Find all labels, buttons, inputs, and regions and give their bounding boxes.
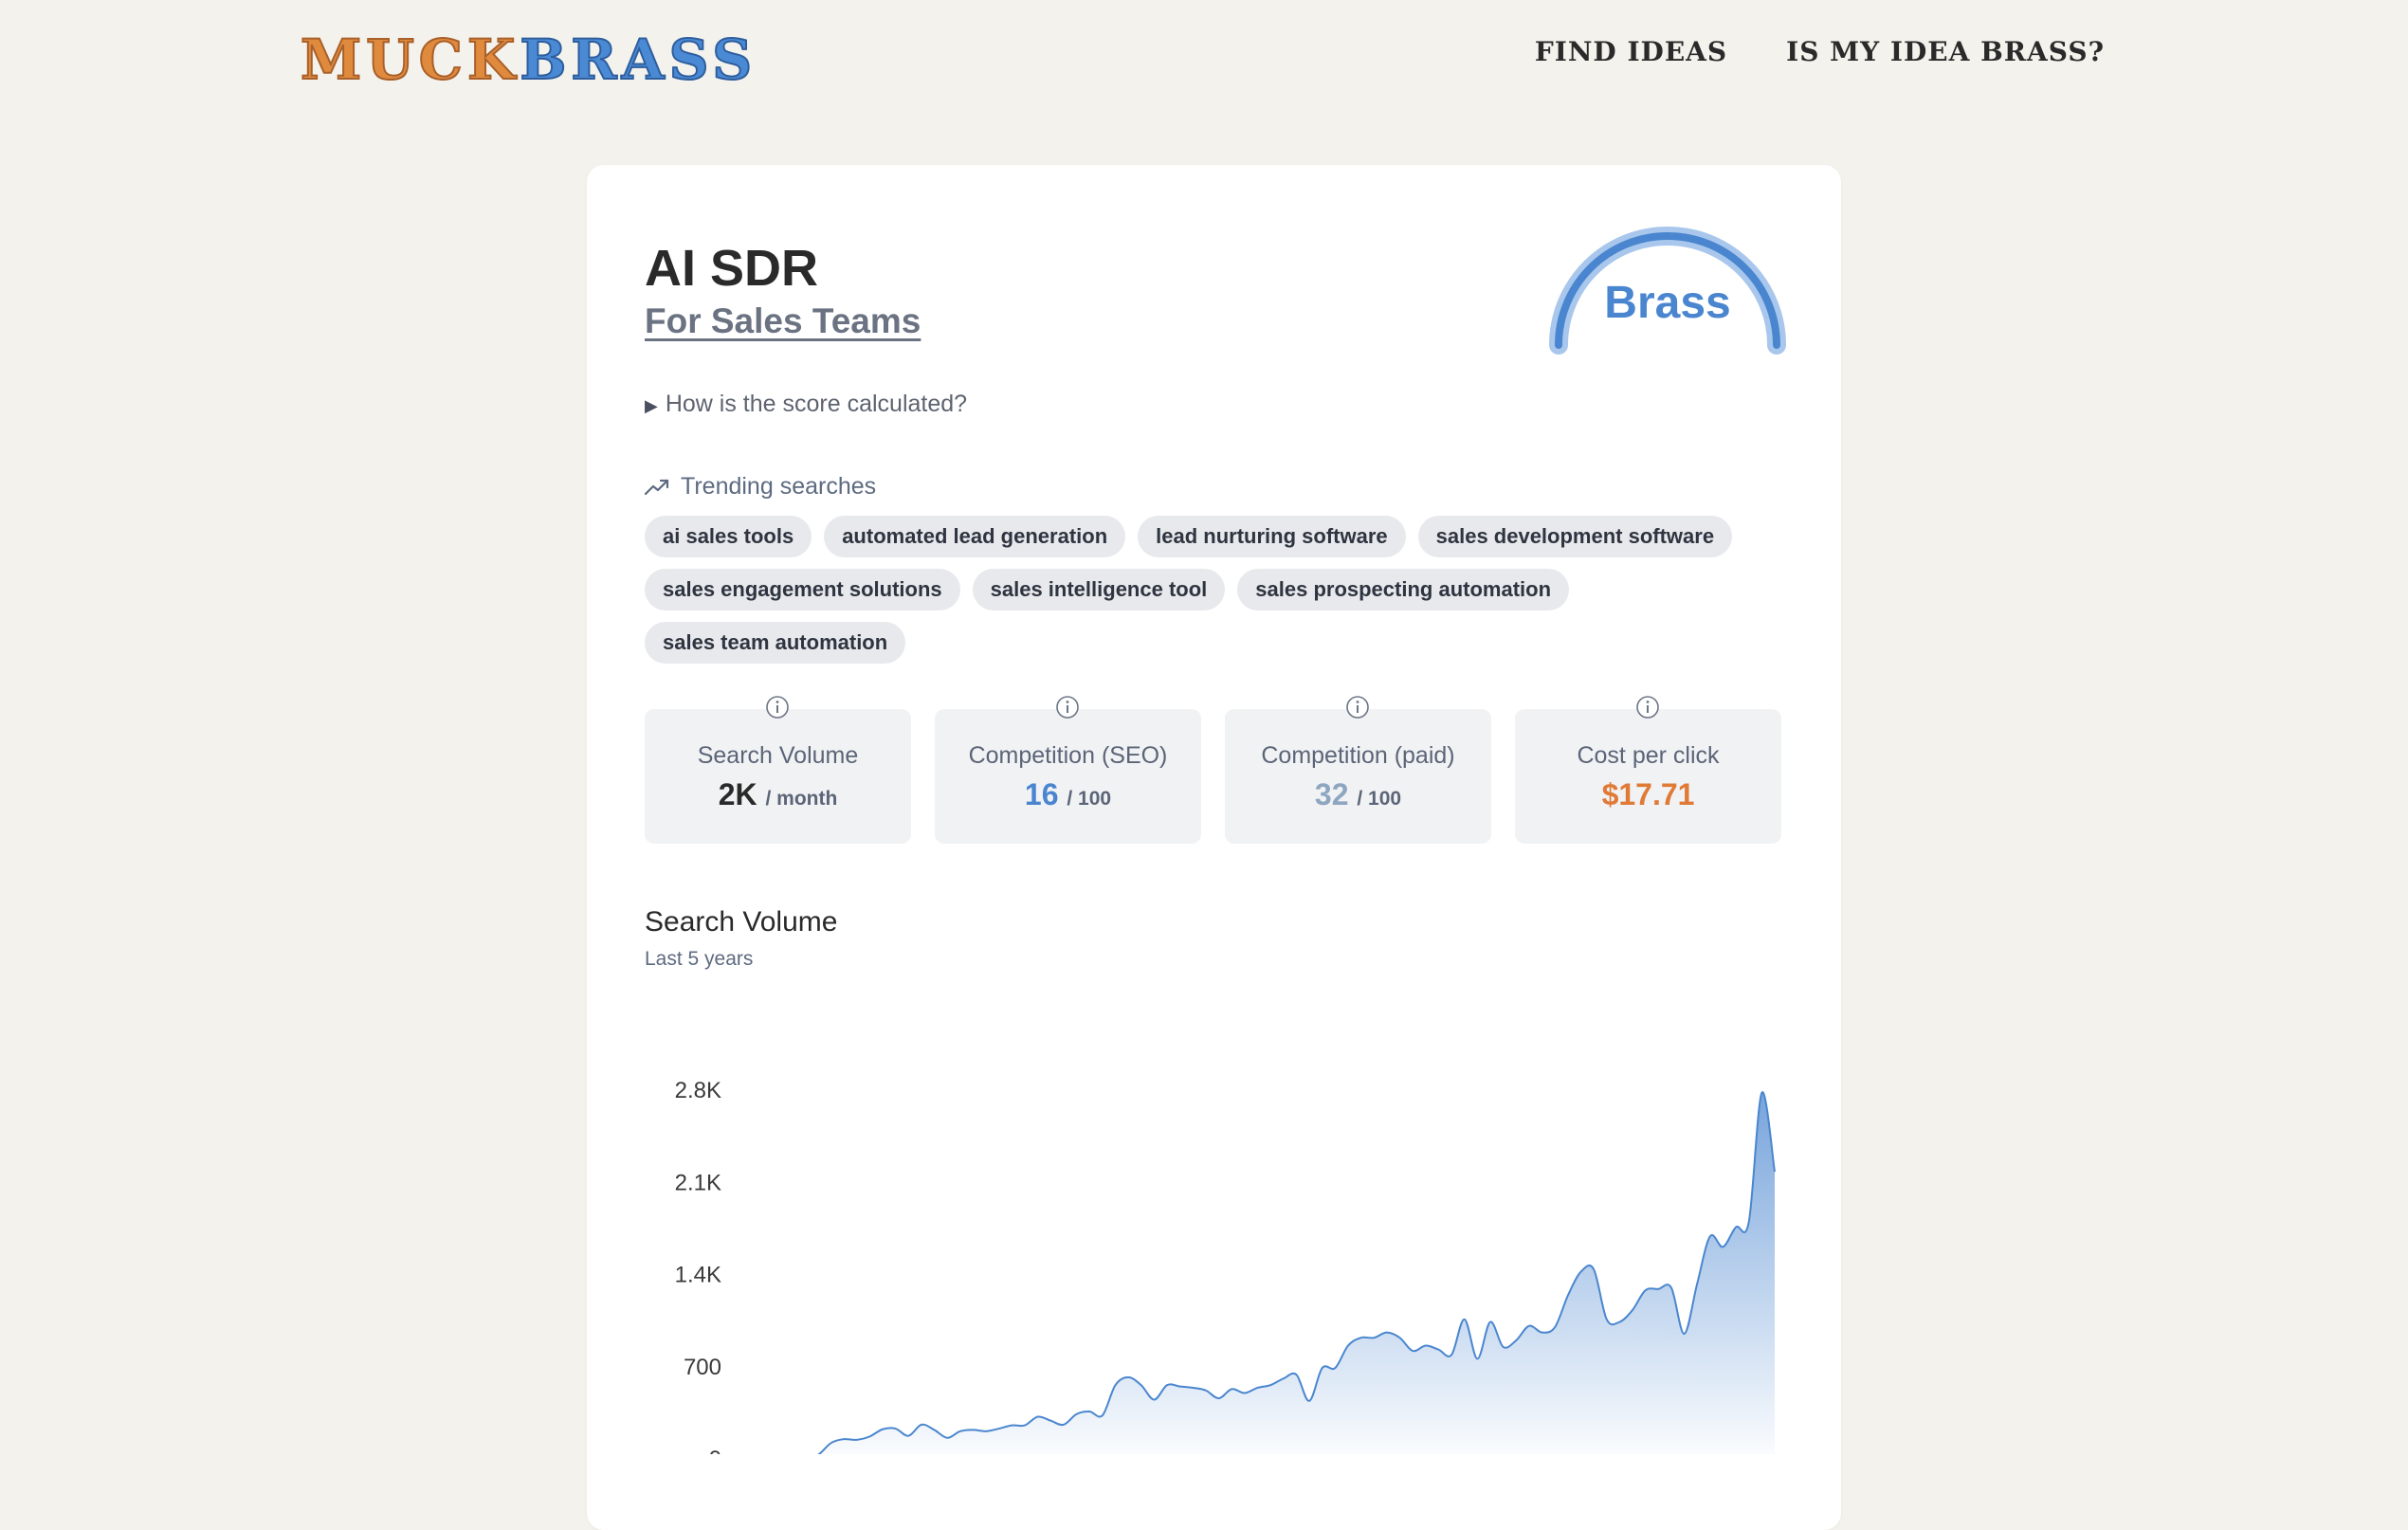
idea-title: AI SDR: [645, 240, 819, 297]
idea-card: AI SDR For Sales Teams Brass ▶ How is the…: [587, 165, 1841, 1530]
y-tick-label: 1.4K: [675, 1263, 721, 1288]
stat-value-wrap: 2K / month: [645, 777, 911, 812]
stat-value-wrap: 32 / 100: [1225, 777, 1491, 812]
nav-is-my-idea-brass[interactable]: IS MY IDEA BRASS?: [1786, 36, 2105, 67]
chart-subtitle: Last 5 years: [645, 948, 754, 970]
score-label: Brass: [1604, 278, 1731, 328]
stat-label: Cost per click: [1577, 742, 1720, 769]
stat-unit: / 100: [1067, 788, 1112, 810]
idea-subtitle-link[interactable]: For Sales Teams: [645, 301, 921, 341]
stat-competition-paid: Competition (paid) 32 / 100: [1225, 696, 1491, 844]
y-tick-label: 2.1K: [675, 1170, 721, 1195]
stats-row: Search Volume 2K / month Competition (SE…: [645, 696, 1781, 844]
y-tick-label: 0: [709, 1447, 721, 1454]
stat-search-volume: Search Volume 2K / month: [645, 696, 911, 844]
trending-up-icon: [645, 479, 669, 495]
stat-value: 16: [1024, 777, 1059, 811]
search-chip[interactable]: automated lead generation: [824, 516, 1126, 557]
stat-value-wrap: 16 / 100: [935, 777, 1201, 812]
search-chip[interactable]: sales development software: [1417, 516, 1733, 557]
stat-label: Competition (paid): [1261, 742, 1455, 769]
search-chip[interactable]: sales prospecting automation: [1237, 569, 1570, 610]
stat-value: 2K: [718, 777, 757, 811]
trending-header: Trending searches: [645, 473, 876, 501]
stat-unit: / 100: [1357, 788, 1402, 810]
info-icon[interactable]: [1055, 695, 1080, 719]
series-area: [819, 1092, 1775, 1454]
info-icon[interactable]: [1635, 695, 1660, 719]
stat-value: $17.71: [1601, 777, 1695, 811]
info-icon[interactable]: [765, 695, 790, 719]
logo[interactable]: MUCKBRASS: [300, 27, 757, 93]
score-explainer-label: How is the score calculated?: [665, 391, 968, 417]
disclosure-triangle-icon: ▶: [645, 396, 658, 415]
trending-chips: ai sales tools automated lead generation…: [645, 516, 1782, 664]
stat-label: Search Volume: [697, 742, 859, 769]
stat-value-wrap: $17.71: [1515, 777, 1781, 812]
search-chip[interactable]: ai sales tools: [645, 516, 812, 557]
stat-label: Competition (SEO): [968, 742, 1168, 769]
main-nav: FIND IDEAS IS MY IDEA BRASS?: [1535, 36, 2105, 67]
chart-title: Search Volume: [645, 906, 838, 938]
search-chip[interactable]: lead nurturing software: [1138, 516, 1406, 557]
stat-cost-per-click: Cost per click $17.71: [1515, 696, 1781, 844]
y-tick-label: 700: [684, 1355, 721, 1380]
info-icon[interactable]: [1345, 695, 1370, 719]
search-volume-chart: 07001.4K2.1K2.8K Dec 18Apr 20Sep 21Jan 2…: [675, 1078, 1776, 1454]
search-chip[interactable]: sales engagement solutions: [645, 569, 960, 610]
y-axis: 0 700 1.4K 2.1K 2.8K: [675, 1078, 721, 1454]
nav-find-ideas[interactable]: FIND IDEAS: [1535, 36, 1727, 67]
stat-competition-seo: Competition (SEO) 16 / 100: [935, 696, 1201, 844]
logo-muck: MUCK: [300, 27, 520, 93]
score-explainer-toggle[interactable]: ▶ How is the score calculated?: [645, 391, 967, 418]
trending-label: Trending searches: [681, 473, 877, 500]
stat-unit: / month: [765, 788, 838, 810]
search-chip[interactable]: sales intelligence tool: [972, 569, 1226, 610]
logo-brass: BRASS: [519, 27, 757, 93]
y-tick-label: 2.8K: [675, 1078, 721, 1103]
search-chip[interactable]: sales team automation: [645, 622, 906, 664]
stat-value: 32: [1314, 777, 1349, 811]
